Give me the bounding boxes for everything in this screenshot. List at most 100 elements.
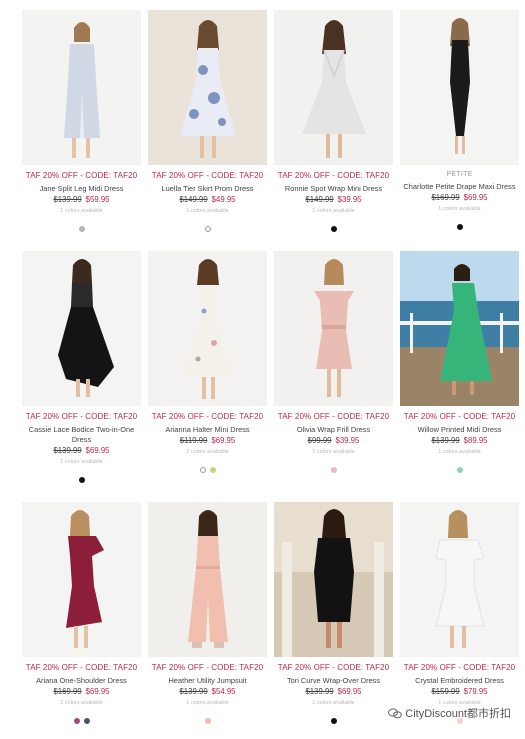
colors-available: 1 colors available <box>186 700 229 706</box>
color-swatch[interactable] <box>204 226 211 232</box>
product-card[interactable]: TAF 20% OFF - CODE: TAF20 Willow Printed… <box>400 251 519 473</box>
colors-available: 1 colors available <box>438 449 481 455</box>
color-swatch[interactable] <box>73 718 80 724</box>
product-image[interactable] <box>400 502 519 657</box>
product-name[interactable]: Arianna Halter Mini Dress <box>148 425 267 435</box>
product-card[interactable]: TAF 20% OFF - CODE: TAF20 Jane Split Leg… <box>22 10 141 232</box>
product-image[interactable] <box>148 502 267 657</box>
product-card[interactable]: TAF 20% OFF - CODE: TAF20 Heather Utilit… <box>148 502 267 724</box>
wechat-icon <box>388 708 403 719</box>
product-image[interactable] <box>274 10 393 165</box>
colors-available: 2 colors available <box>60 700 103 706</box>
product-name[interactable]: Olivia Wrap Frill Dress <box>274 425 393 435</box>
color-swatch[interactable] <box>83 718 90 724</box>
original-price: $119.99 <box>179 436 208 445</box>
product-price: $149.99 $39.95 <box>274 195 393 204</box>
original-price: $139.99 <box>53 446 82 455</box>
color-swatch[interactable] <box>330 226 337 232</box>
color-swatch[interactable] <box>330 718 337 724</box>
sale-price: $69.95 <box>211 436 236 445</box>
product-name[interactable]: Tori Curve Wrap-Over Dress <box>274 676 393 686</box>
promo-label: TAF 20% OFF - CODE: TAF20 <box>25 412 138 421</box>
product-card[interactable]: PETITE Charlotte Petite Drape Maxi Dress… <box>400 10 519 230</box>
promo-label: TAF 20% OFF - CODE: TAF20 <box>25 171 138 180</box>
product-price: $159.99 $79.95 <box>400 687 519 696</box>
promo-label: TAF 20% OFF - CODE: TAF20 <box>403 412 516 421</box>
color-swatch[interactable] <box>456 467 463 473</box>
product-image[interactable] <box>22 10 141 165</box>
product-name[interactable]: Cassie Lace Bodice Two-in-One Dress <box>22 425 141 445</box>
colors-available: 1 colors available <box>312 700 355 706</box>
sale-price: $69.95 <box>463 193 488 202</box>
color-swatches <box>22 219 141 232</box>
sale-price: $69.95 <box>337 687 362 696</box>
product-price: $119.99 $69.95 <box>148 436 267 445</box>
color-swatches <box>274 711 393 724</box>
sale-price: $54.95 <box>211 687 236 696</box>
product-image[interactable] <box>148 10 267 165</box>
color-swatches <box>148 711 267 724</box>
original-price: $149.99 <box>305 195 334 204</box>
product-image[interactable] <box>148 251 267 406</box>
promo-label: TAF 20% OFF - CODE: TAF20 <box>277 412 390 421</box>
original-price: $159.99 <box>431 687 460 696</box>
product-image[interactable] <box>22 502 141 657</box>
colors-available: 1 colors available <box>438 206 481 212</box>
product-name[interactable]: Jane Split Leg Midi Dress <box>22 184 141 194</box>
original-price: $139.99 <box>431 436 460 445</box>
watermark: CityDiscount都市折扣 <box>388 705 511 721</box>
sale-price: $39.95 <box>335 436 360 445</box>
product-price: $139.99 $54.95 <box>148 687 267 696</box>
color-swatches <box>400 217 519 230</box>
colors-available: 1 colors available <box>60 208 103 214</box>
color-swatches <box>274 219 393 232</box>
promo-label: TAF 20% OFF - CODE: TAF20 <box>151 171 264 180</box>
promo-label: TAF 20% OFF - CODE: TAF20 <box>277 171 390 180</box>
product-name[interactable]: Ariana One-Shoulder Dress <box>22 676 141 686</box>
sale-price: $39.95 <box>337 195 362 204</box>
petite-badge: PETITE <box>446 171 473 178</box>
original-price: $169.99 <box>53 687 82 696</box>
color-swatch[interactable] <box>78 226 85 232</box>
product-name[interactable]: Charlotte Petite Drape Maxi Dress <box>400 182 519 192</box>
color-swatch[interactable] <box>199 467 206 473</box>
product-card[interactable]: TAF 20% OFF - CODE: TAF20 Luella Tier Sk… <box>148 10 267 232</box>
product-price: $139.99 $59.95 <box>22 195 141 204</box>
product-name[interactable]: Crystal Embroidered Dress <box>400 676 519 686</box>
sale-price: $79.95 <box>463 687 488 696</box>
product-name[interactable]: Willow Printed Midi Dress <box>400 425 519 435</box>
product-image[interactable] <box>400 251 519 406</box>
promo-label: TAF 20% OFF - CODE: TAF20 <box>151 412 264 421</box>
promo-label: TAF 20% OFF - CODE: TAF20 <box>403 663 516 672</box>
sale-price: $89.95 <box>463 436 488 445</box>
product-card[interactable]: TAF 20% OFF - CODE: TAF20 Ariana One-Sho… <box>22 502 141 724</box>
product-card[interactable]: TAF 20% OFF - CODE: TAF20 Cassie Lace Bo… <box>22 251 141 483</box>
colors-available: 1 colors available <box>60 459 103 465</box>
color-swatches <box>400 460 519 473</box>
color-swatches <box>22 711 141 724</box>
product-name[interactable]: Luella Tier Skirt Prom Dress <box>148 184 267 194</box>
product-name[interactable]: Ronnie Spot Wrap Mini Dress <box>274 184 393 194</box>
product-image[interactable] <box>22 251 141 406</box>
colors-available: 1 colors available <box>186 208 229 214</box>
original-price: $169.99 <box>431 193 460 202</box>
product-card[interactable]: TAF 20% OFF - CODE: TAF20 Olivia Wrap Fr… <box>274 251 393 473</box>
product-image[interactable] <box>400 10 519 165</box>
colors-available: 2 colors available <box>186 449 229 455</box>
product-card[interactable]: TAF 20% OFF - CODE: TAF20 Tori Curve Wra… <box>274 502 393 724</box>
product-name[interactable]: Heather Utility Jumpsuit <box>148 676 267 686</box>
sale-price: $69.95 <box>85 446 110 455</box>
color-swatch[interactable] <box>204 718 211 724</box>
product-price: $99.99 $39.95 <box>274 436 393 445</box>
color-swatch[interactable] <box>330 467 337 473</box>
product-card[interactable]: TAF 20% OFF - CODE: TAF20 Ronnie Spot Wr… <box>274 10 393 232</box>
product-card[interactable]: TAF 20% OFF - CODE: TAF20 Arianna Halter… <box>148 251 267 473</box>
product-card[interactable]: TAF 20% OFF - CODE: TAF20 Crystal Embroi… <box>400 502 519 724</box>
product-image[interactable] <box>274 251 393 406</box>
color-swatch[interactable] <box>78 477 85 483</box>
color-swatch[interactable] <box>456 224 463 230</box>
color-swatch[interactable] <box>209 467 216 473</box>
product-image[interactable] <box>274 502 393 657</box>
promo-label: TAF 20% OFF - CODE: TAF20 <box>25 663 138 672</box>
colors-available: 1 colors available <box>312 208 355 214</box>
